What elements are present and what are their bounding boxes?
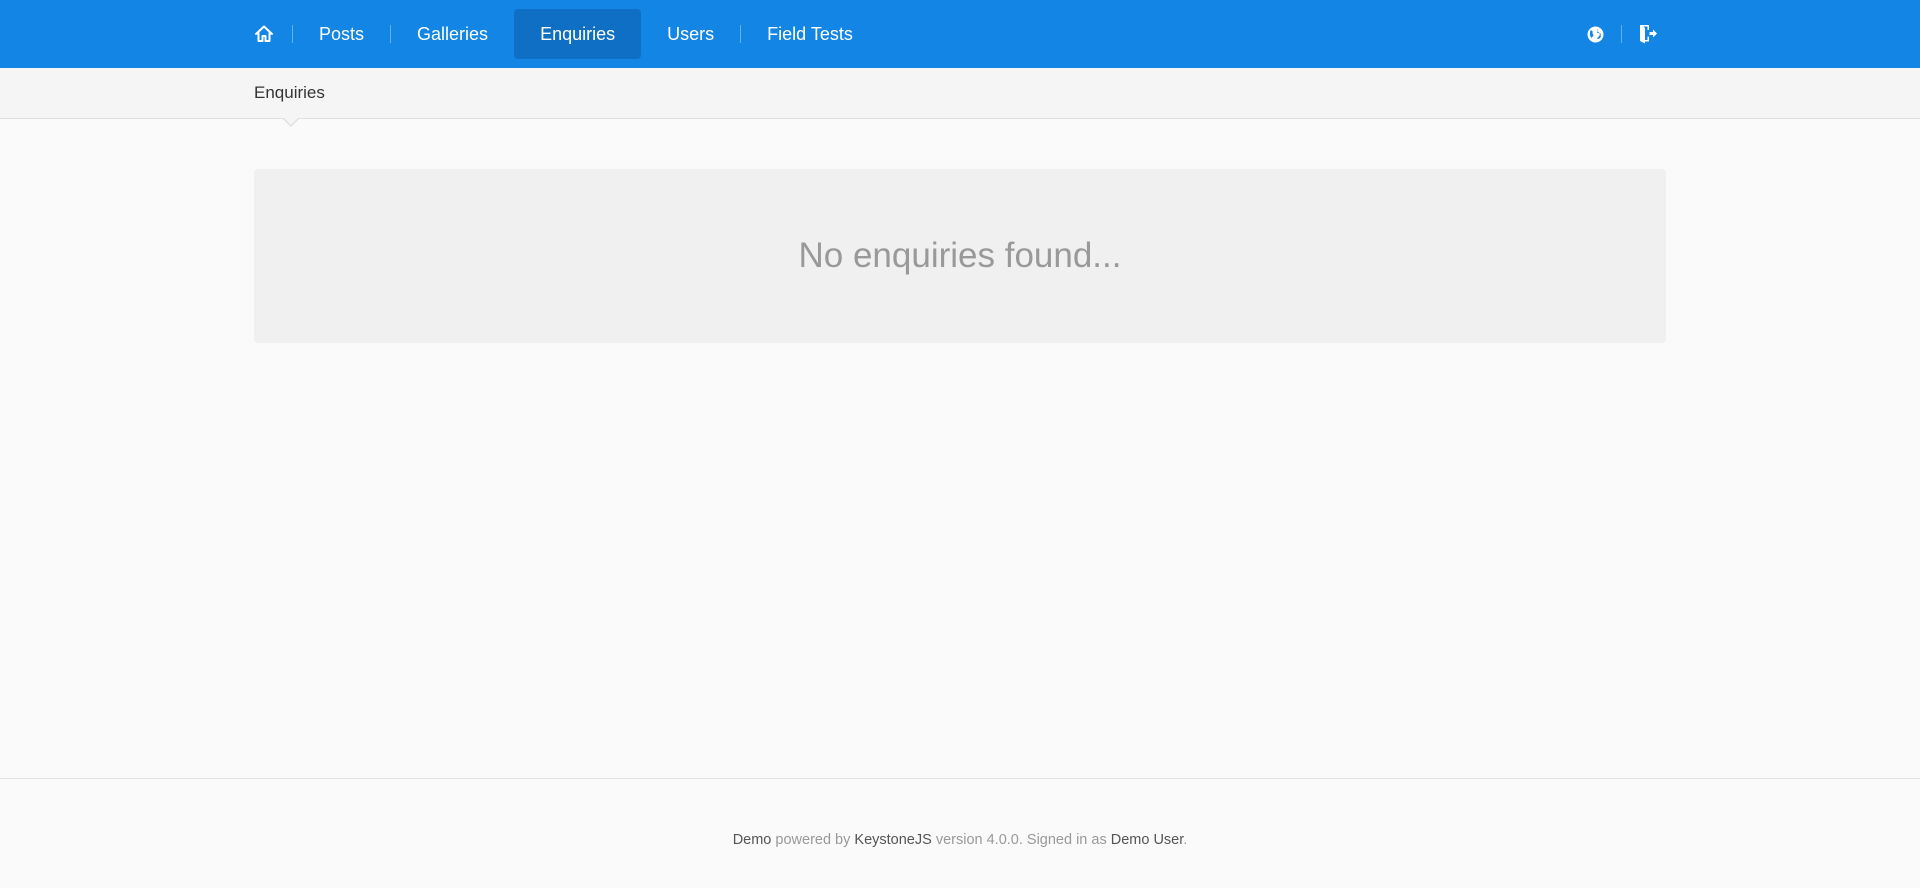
home-button[interactable]: [246, 9, 282, 59]
nav-item-field-tests[interactable]: Field Tests: [741, 9, 879, 59]
globe-icon: [1587, 26, 1603, 42]
footer-brand-link[interactable]: Demo: [733, 832, 772, 848]
empty-state-panel: No enquiries found...: [254, 169, 1666, 343]
nav-item-users[interactable]: Users: [641, 9, 740, 59]
empty-state-message: No enquiries found...: [798, 236, 1122, 275]
nav-item-galleries[interactable]: Galleries: [391, 9, 514, 59]
view-site-button[interactable]: [1569, 9, 1621, 59]
footer-text: Demo powered by KeystoneJS version 4.0.0…: [0, 832, 1920, 848]
footer-powered-by: powered by: [775, 832, 851, 848]
footer-user-link[interactable]: Demo User: [1111, 832, 1184, 848]
sign-out-button[interactable]: [1622, 9, 1674, 59]
secondary-nav: [1569, 0, 1674, 68]
top-navbar: Posts Galleries Enquiries Users Field Te…: [0, 0, 1920, 68]
nav-item-posts[interactable]: Posts: [293, 9, 390, 59]
footer: Demo powered by KeystoneJS version 4.0.0…: [0, 778, 1920, 888]
subnav-item-enquiries[interactable]: Enquiries: [254, 68, 325, 118]
primary-nav: Posts Galleries Enquiries Users Field Te…: [246, 0, 879, 68]
sign-out-icon: [1640, 25, 1657, 44]
home-icon: [255, 25, 273, 42]
list-breadcrumb-bar: Enquiries: [0, 68, 1920, 127]
footer-framework-link[interactable]: KeystoneJS: [854, 832, 931, 848]
footer-period: .: [1183, 832, 1188, 848]
footer-version-text: version 4.0.0. Signed in as: [935, 832, 1107, 848]
main-content: No enquiries found...: [0, 119, 1920, 778]
nav-item-enquiries[interactable]: Enquiries: [514, 9, 642, 59]
